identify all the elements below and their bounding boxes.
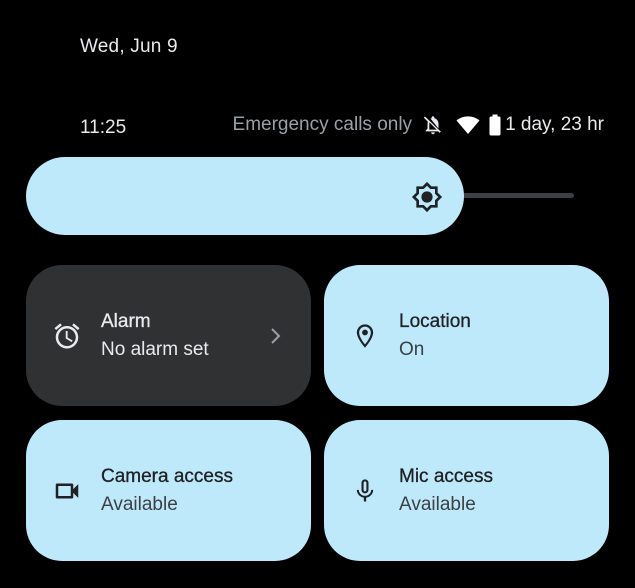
tile-alarm[interactable]: Alarm No alarm set	[26, 265, 311, 406]
wifi-icon	[456, 115, 480, 135]
battery-remaining-text: 1 day, 23 hr	[505, 114, 604, 135]
tile-camera-subtitle: Available	[101, 494, 178, 515]
tile-mic-access[interactable]: Mic access Available	[324, 420, 609, 561]
status-bar: Emergency calls only 1 day, 23 hr	[233, 114, 604, 136]
date-label[interactable]: Wed, Jun 9	[80, 36, 178, 58]
alarm-clock-icon	[50, 319, 84, 353]
tile-alarm-title: Alarm	[101, 311, 151, 332]
tile-camera-access[interactable]: Camera access Available	[26, 420, 311, 561]
network-status-text: Emergency calls only	[232, 114, 413, 135]
clock-time[interactable]: 11:25	[80, 117, 126, 139]
location-pin-icon	[348, 319, 382, 353]
brightness-slider[interactable]	[26, 157, 464, 235]
notifications-off-icon	[422, 114, 444, 136]
tile-location-title: Location	[399, 311, 471, 332]
chevron-right-icon	[267, 325, 283, 347]
quick-settings-panel: Wed, Jun 9 11:25 Emergency calls only 1 …	[0, 0, 635, 588]
brightness-slider-track[interactable]	[460, 193, 574, 198]
tile-alarm-subtitle: No alarm set	[101, 339, 209, 360]
tile-mic-title: Mic access	[399, 466, 493, 487]
tile-location-subtitle: On	[399, 339, 425, 360]
tile-mic-subtitle: Available	[399, 494, 476, 515]
videocam-icon	[50, 474, 84, 508]
mic-icon	[348, 474, 382, 508]
tile-camera-title: Camera access	[101, 466, 233, 487]
battery-icon	[489, 114, 501, 136]
brightness-icon	[410, 180, 444, 214]
tile-location[interactable]: Location On	[324, 265, 609, 406]
